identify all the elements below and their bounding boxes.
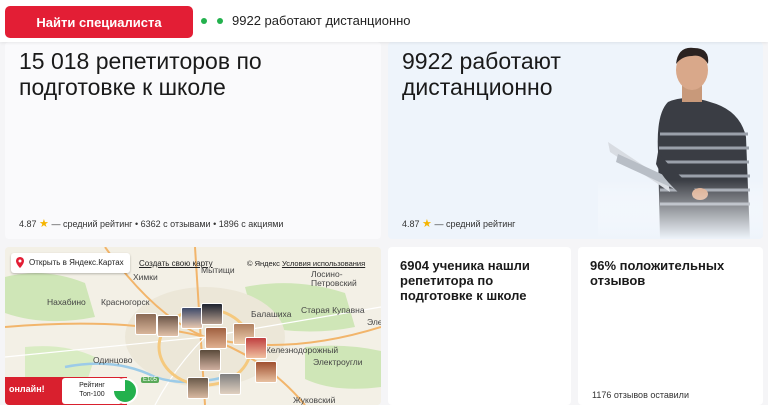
map-place-label: Одинцово: [93, 355, 133, 365]
star-icon: ★: [422, 218, 432, 230]
map-place-label: Железнодорожный: [263, 345, 339, 355]
tutor-avatar[interactable]: [199, 349, 221, 371]
tutors-meta: 4.87 ★ — средний рейтинг • 6362 с отзыва…: [19, 218, 284, 230]
online-dot-icon: [201, 18, 207, 24]
online-label: онлайн!: [9, 384, 45, 394]
top-bar: Найти специалиста 9922 работают дистанци…: [0, 0, 768, 42]
map-pin-icon: [16, 257, 24, 268]
online-banner[interactable]: онлайн! Рейтинг Топ-100: [5, 377, 138, 405]
map-place-label: Жуковский: [293, 395, 336, 405]
map-place-label: Химки: [133, 272, 158, 282]
tutor-avatar[interactable]: [219, 373, 241, 395]
map-place-label: Нахабино: [47, 297, 86, 307]
remote-status-text: 9922 работают дистанционно: [232, 13, 411, 28]
tutors-count-title: 15 018 репетиторов по подготовке к школе: [19, 48, 262, 100]
online-dot-icon: [217, 18, 223, 24]
road-number-badge: E105: [141, 377, 160, 383]
tutor-avatar[interactable]: [135, 313, 157, 335]
person-with-laptop: [598, 42, 763, 239]
remote-meta: 4.87 ★ — средний рейтинг: [402, 218, 516, 230]
remote-tutors-card[interactable]: 9922 работают дистанционно 4.87 ★ — сред…: [388, 42, 763, 239]
map-place-label: Старая Купавна: [301, 305, 365, 315]
map-place-label: Лосино-Петровский: [311, 269, 357, 288]
open-in-yandex-maps-button[interactable]: Открыть в Яндекс.Картах: [11, 253, 130, 273]
map-copyright: © Яндекс Условия использования: [247, 259, 366, 268]
positive-reviews-card[interactable]: 96% положительных отзывов 1176 отзывов о…: [578, 247, 763, 405]
tutor-avatar[interactable]: [201, 303, 223, 325]
tutor-avatar[interactable]: [187, 377, 209, 399]
map-place-label: Мытищи: [201, 265, 235, 275]
positive-reviews-title: 96% положительных отзывов: [590, 258, 725, 288]
tutor-avatar[interactable]: [205, 327, 227, 349]
map-place-label: Красногорск: [101, 297, 150, 307]
star-icon: ★: [39, 218, 49, 230]
tutor-avatar[interactable]: [255, 361, 277, 383]
tutors-count-card[interactable]: 15 018 репетиторов по подготовке к школе…: [5, 42, 381, 239]
students-found-card[interactable]: 6904 ученика нашли репетитора по подгото…: [388, 247, 571, 405]
map-place-label: Электроугли: [313, 357, 363, 367]
map-terms-link[interactable]: Условия использования: [282, 259, 365, 268]
find-specialist-button[interactable]: Найти специалиста: [5, 6, 193, 38]
map-card[interactable]: Открыть в Яндекс.Картах Создать свою кар…: [5, 247, 381, 405]
remote-tutors-title: 9922 работают дистанционно: [402, 48, 561, 100]
tutor-avatar[interactable]: [157, 315, 179, 337]
tutor-avatar[interactable]: [245, 337, 267, 359]
tutor-avatar[interactable]: [181, 307, 203, 329]
map-place-label: Балашиха: [251, 309, 292, 319]
students-found-title: 6904 ученика нашли репетитора по подгото…: [400, 258, 530, 303]
map-place-label: Эле: [367, 317, 381, 327]
rating-progress-icon: [112, 378, 138, 404]
reviews-footnote: 1176 отзывов оставили: [592, 390, 689, 400]
